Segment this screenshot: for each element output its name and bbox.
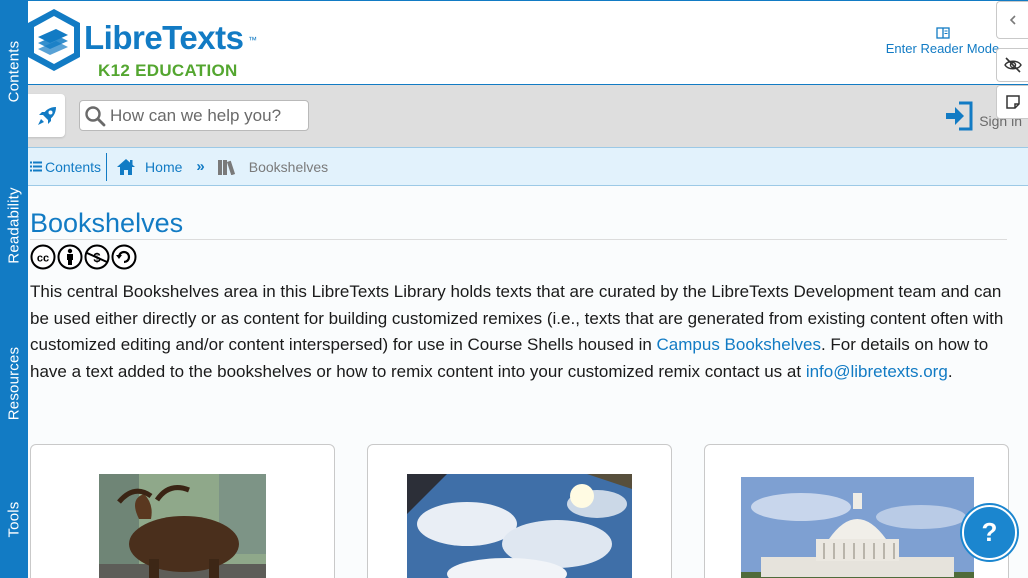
license-badges[interactable]: cc $ [30,244,137,270]
bookshelf-card[interactable] [367,444,672,578]
cc-icon: cc [30,244,56,270]
breadcrumb-contents-label: Contents [45,158,102,175]
main-content: Bookshelves cc $ This central Bookshelve… [28,186,1028,578]
collapse-panel-button[interactable] [996,1,1028,39]
book-open-icon [935,27,950,39]
reader-mode-label: Enter Reader Mode [885,41,1000,56]
bull-statue-photo [99,474,266,578]
breadcrumb-current: Bookshelves [217,158,329,175]
sidebar-tab-tools[interactable]: Tools [0,496,28,542]
sign-in-icon [946,101,973,131]
search-input[interactable] [110,105,300,126]
bookshelf-card[interactable] [30,444,335,578]
title-divider [30,239,1007,240]
bookshelf-cards [28,444,1028,578]
page-title: Bookshelves [30,208,184,238]
campus-bookshelves-link[interactable]: Campus Bookshelves [657,335,821,354]
books-icon [217,159,235,175]
eye-slash-icon [1003,57,1022,73]
by-icon [57,244,83,270]
email-link[interactable]: info@libretexts.org [806,362,948,381]
breadcrumb-current-label: Bookshelves [248,158,329,175]
sidebar-tab-readability[interactable]: Readability [0,178,28,273]
sidebar-tab-resources[interactable]: Resources [0,338,28,428]
bookshelf-card[interactable] [704,444,1009,578]
rocket-button[interactable] [28,94,65,137]
libretexts-logo[interactable]: LibreTexts ™ K12 EDUCATION [28,5,268,81]
home-icon [117,158,136,175]
list-icon [30,161,42,172]
svg-text:cc: cc [37,253,49,265]
logo-subtitle: K12 EDUCATION [98,61,238,80]
site-header: LibreTexts ™ K12 EDUCATION Enter Reader … [28,0,1028,85]
search-icon[interactable] [80,101,110,130]
breadcrumb-contents-toggle[interactable]: Contents [28,152,108,181]
breadcrumb-home-label: Home [145,158,183,175]
breadcrumb: Contents Home » Bookshelves [28,147,1028,186]
logo-wordmark: LibreTexts [84,19,244,56]
breadcrumb-separator: » [196,158,205,175]
chevron-left-icon [1009,15,1016,25]
nc-icon: $ [84,244,110,270]
sticky-note-icon [1005,95,1020,109]
reader-mode-button[interactable]: Enter Reader Mode [885,27,1000,56]
sidebar-tab-contents[interactable]: Contents [0,30,28,112]
books-logo-icon [28,9,80,71]
capitol-building-photo [741,477,974,578]
sa-icon [111,244,137,270]
sky-reflection-photo [407,474,632,578]
intro-paragraph: This central Bookshelves area in this Li… [30,282,1004,381]
hide-highlights-button[interactable] [996,48,1028,82]
left-sidebar: Contents Readability Resources Tools [0,0,28,578]
navbar: Sign in [28,85,1028,147]
breadcrumb-home[interactable]: Home [116,158,182,176]
notes-button[interactable] [996,85,1028,119]
help-button[interactable]: ? [962,505,1017,560]
search-box [79,100,309,131]
logo-trademark: ™ [248,35,257,45]
rocket-icon [37,106,56,125]
